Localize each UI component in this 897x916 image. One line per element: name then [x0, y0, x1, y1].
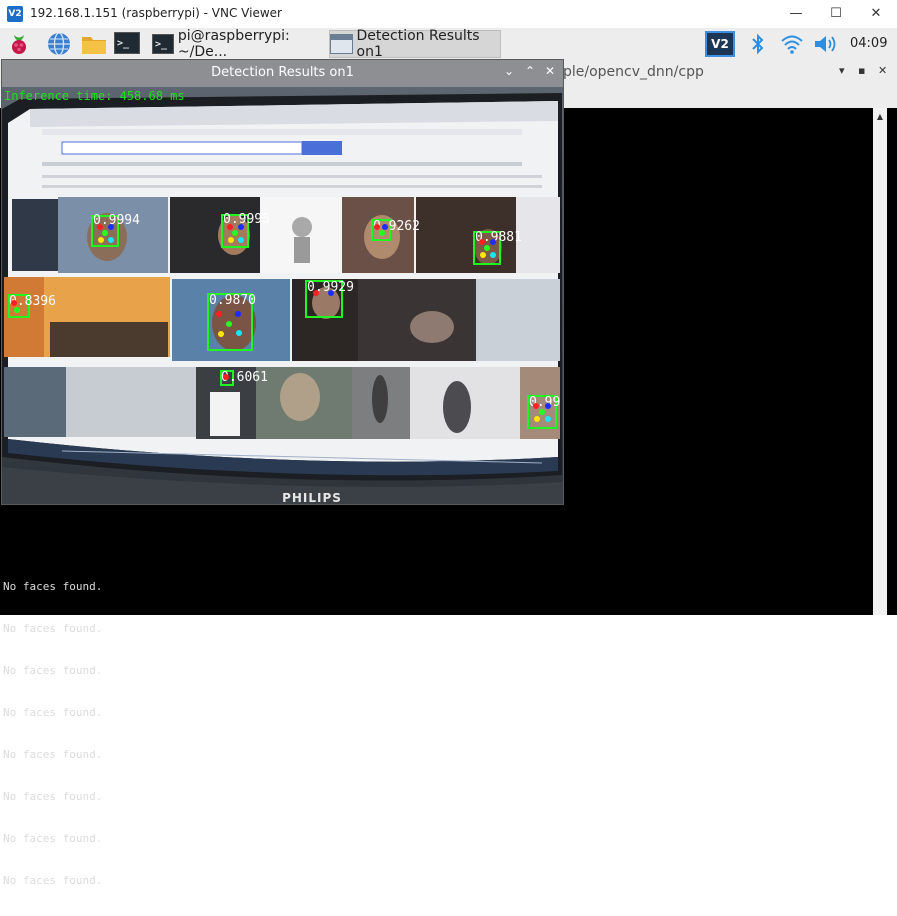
landmark-dot [102, 230, 108, 236]
landmark-dot [382, 224, 388, 230]
landmark-dot [227, 224, 233, 230]
landmark-dot [232, 230, 238, 236]
landmark-dot [313, 290, 319, 296]
chevron-down-icon[interactable]: ⌄ [504, 64, 514, 78]
landmark-dot [534, 416, 540, 422]
landmark-dot [545, 403, 551, 409]
raspberry-menu-icon[interactable] [6, 31, 32, 57]
detection-window-title: Detection Results on1 [211, 65, 354, 80]
vnc-window-title: 192.168.1.151 (raspberrypi) - VNC Viewer [30, 6, 282, 20]
camera-frame: PHILIPS 0.9994 0.9995 0.9262 0.9881 0.83… [2, 87, 563, 504]
vnc-logo-icon: V2 [7, 6, 23, 22]
terminal-close-button[interactable]: ✕ [878, 64, 887, 77]
web-browser-icon[interactable] [46, 31, 72, 57]
camera-image [2, 87, 563, 504]
landmark-dot [108, 237, 114, 243]
close-button[interactable]: ✕ [861, 4, 891, 24]
terminal-minimize-button[interactable]: ▾ [839, 64, 845, 77]
maximize-button[interactable]: ☐ [821, 4, 851, 24]
taskbar-item-label: Detection Results on1 [356, 28, 480, 60]
taskbar-item-detection-results[interactable]: Detection Results on1 [329, 28, 501, 60]
clock: 04:09 [850, 36, 888, 51]
terminal-line: No faces found. [3, 664, 103, 677]
inference-time-label: Inference time: 458.68 ms [4, 89, 185, 103]
landmark-dot [479, 239, 485, 245]
landmark-dot [218, 331, 224, 337]
chevron-up-icon[interactable]: ⌃ [525, 64, 535, 78]
taskbar-item-label: pi@raspberrypi: ~/De... [177, 28, 290, 60]
terminal-line: No faces found. [3, 874, 103, 887]
landmark-dot [379, 230, 385, 236]
landmark-dot [11, 300, 17, 306]
terminal-line: No faces found. [3, 790, 103, 803]
scroll-up-arrow-icon[interactable]: ▲ [873, 112, 887, 122]
window-icon [330, 34, 353, 54]
wifi-icon[interactable] [780, 31, 804, 57]
landmark-dot [490, 239, 496, 245]
terminal-line: No faces found. [3, 580, 103, 593]
landmark-dot [490, 252, 496, 258]
file-manager-icon[interactable] [80, 31, 106, 57]
landmark-dot [226, 321, 232, 327]
terminal-icon[interactable]: >_ [114, 32, 140, 58]
terminal-line: No faces found. [3, 706, 103, 719]
taskbar-item-terminal[interactable]: >_ pi@raspberrypi: ~/De... [152, 28, 326, 60]
terminal-scrollbar[interactable] [873, 108, 887, 615]
landmark-dot [539, 409, 545, 415]
landmark-dot [228, 237, 234, 243]
terminal-title-path: ple/opencv_dnn/cpp [563, 64, 704, 80]
detection-results-window[interactable]: Detection Results on1 ⌄ ⌃ ✕ PHILIPS 0.99… [1, 59, 564, 505]
pi-taskbar: >_ >_ pi@raspberrypi: ~/De... Detection … [0, 28, 897, 61]
detection-title-bar[interactable]: Detection Results on1 ⌄ ⌃ ✕ [2, 60, 563, 87]
landmark-dot [533, 403, 539, 409]
landmark-dot [235, 311, 241, 317]
volume-icon[interactable] [812, 31, 838, 57]
landmark-dot [236, 330, 242, 336]
terminal-icon: >_ [152, 34, 174, 54]
landmark-dot [223, 374, 229, 380]
minimize-button[interactable]: — [781, 4, 811, 24]
detection-close-button[interactable]: ✕ [545, 64, 555, 78]
landmark-dot [238, 224, 244, 230]
face-score: 0.9870 [209, 293, 256, 308]
landmark-dot [97, 224, 103, 230]
terminal-line: No faces found. [3, 832, 103, 845]
landmark-dot [216, 311, 222, 317]
landmark-dot [14, 307, 20, 313]
bluetooth-icon[interactable] [749, 31, 767, 57]
terminal-maximize-button[interactable]: ▪ [858, 64, 865, 77]
landmark-dot [374, 224, 380, 230]
landmark-dot [328, 290, 334, 296]
landmark-dot [545, 416, 551, 422]
landmark-dot [480, 252, 486, 258]
landmark-dot [98, 237, 104, 243]
monitor-brand-label: PHILIPS [282, 491, 342, 504]
landmark-dot [238, 237, 244, 243]
terminal-line: No faces found. [3, 622, 103, 635]
terminal-line: No faces found. [3, 748, 103, 761]
vnc-server-icon[interactable]: V2 [705, 31, 735, 57]
landmark-dot [108, 224, 114, 230]
landmark-dot [484, 245, 490, 251]
vnc-title-bar: V2 192.168.1.151 (raspberrypi) - VNC Vie… [0, 0, 897, 29]
terminal-lines: No faces found. No faces found. No faces… [3, 552, 102, 916]
